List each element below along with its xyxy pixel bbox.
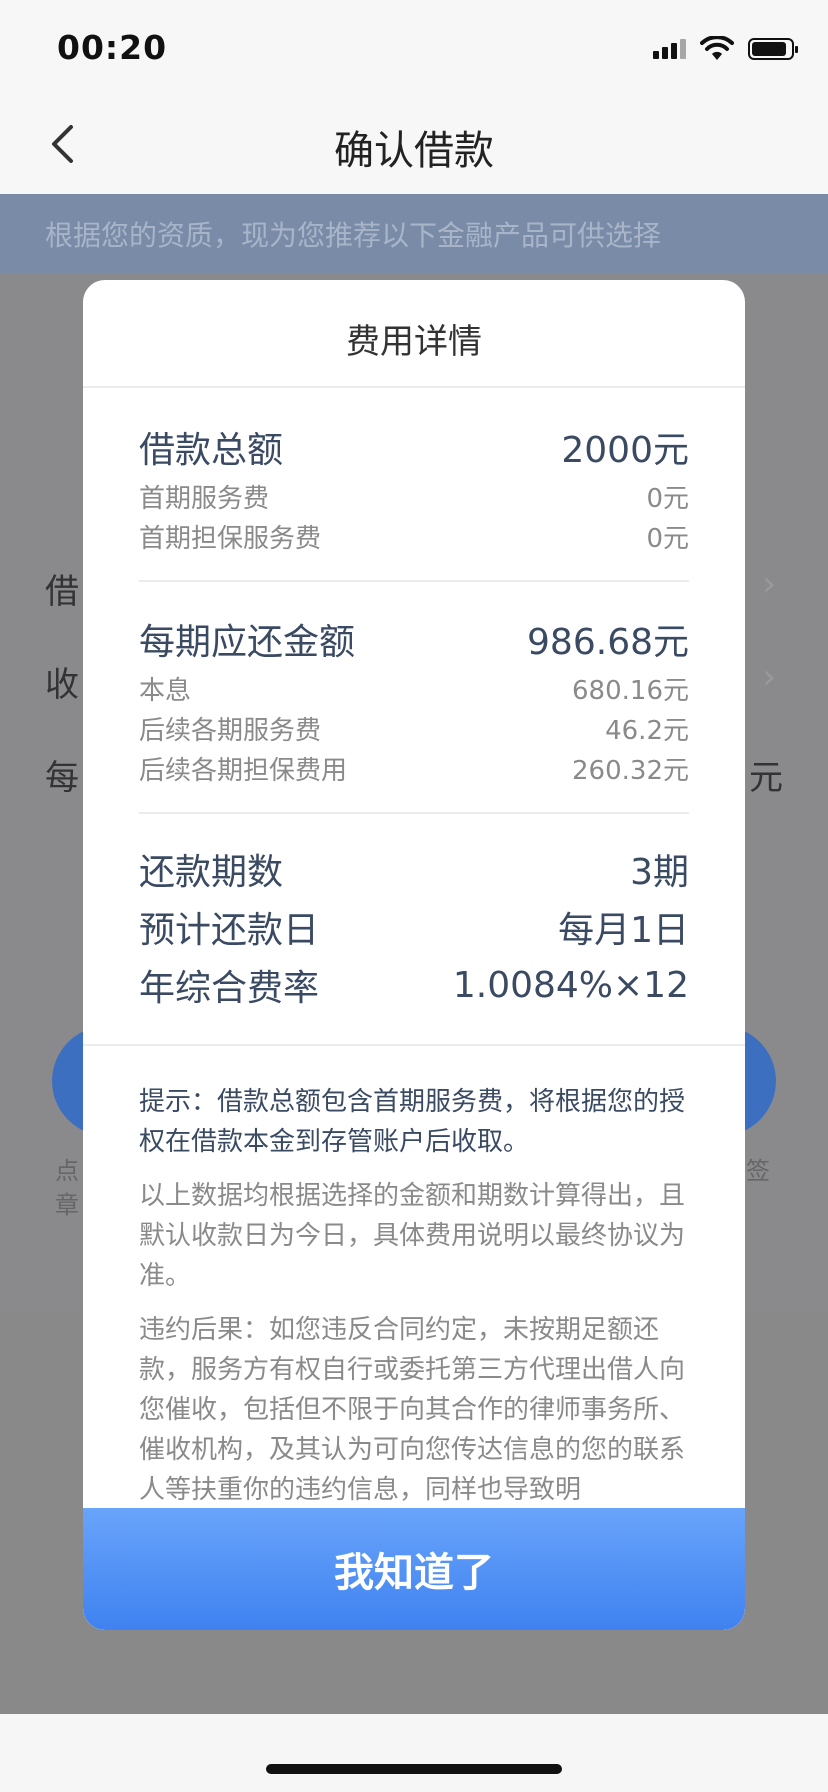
fee-value: 0元 bbox=[646, 483, 689, 514]
fee-value: 680.16元 bbox=[572, 675, 689, 706]
installment-section: 每期应还金额 986.68元 本息 680.16元 后续各期服务费 46.2元 … bbox=[139, 582, 689, 814]
fee-label: 首期担保服务费 bbox=[139, 523, 322, 554]
modal-body[interactable]: 借款总额 2000元 首期服务费 0元 首期担保服务费 0元 每期应还金额 98… bbox=[83, 388, 745, 1510]
got-it-button[interactable]: 我知道了 bbox=[83, 1508, 745, 1630]
fee-value: 1.0084%×12 bbox=[452, 964, 689, 1006]
bg-row-loan-label: 借 bbox=[45, 572, 79, 612]
fee-row: 首期服务费 0元 bbox=[139, 476, 689, 516]
fee-row: 借款总额 2000元 bbox=[139, 418, 689, 476]
fee-label: 每期应还金额 bbox=[139, 622, 356, 663]
modal-header: 费用详情 bbox=[83, 280, 745, 388]
fee-label: 借款总额 bbox=[139, 430, 284, 471]
fee-row: 本息 680.16元 bbox=[139, 668, 689, 708]
fee-value: 0元 bbox=[646, 523, 689, 554]
fee-label: 后续各期服务费 bbox=[139, 715, 322, 746]
loan-total-section: 借款总额 2000元 首期服务费 0元 首期担保服务费 0元 bbox=[139, 388, 689, 582]
fee-row: 预计还款日 每月1日 bbox=[139, 898, 689, 956]
cellular-signal-icon bbox=[653, 39, 686, 59]
notes-section: 提示：借款总额包含首期服务费，将根据您的授权在借款本金到存管账户后收取。 以上数… bbox=[83, 1046, 745, 1510]
banner-text: 根据您的资质，现为您推荐以下金融产品可供选择 bbox=[45, 219, 662, 252]
home-indicator[interactable] bbox=[266, 1764, 562, 1774]
status-bar: 00:20 bbox=[0, 0, 828, 96]
fee-label: 年综合费率 bbox=[139, 968, 320, 1009]
status-icons bbox=[653, 34, 798, 64]
bg-row-receive-label: 收 bbox=[45, 665, 79, 705]
modal-title: 费用详情 bbox=[346, 322, 482, 362]
battery-icon bbox=[748, 38, 798, 60]
bg-row-chevron-icon: › bbox=[762, 564, 776, 604]
fee-row: 后续各期担保费用 260.32元 bbox=[139, 748, 689, 788]
fee-value: 46.2元 bbox=[605, 715, 689, 746]
wifi-icon bbox=[700, 36, 734, 60]
status-time: 00:20 bbox=[57, 28, 168, 67]
fee-label: 后续各期担保费用 bbox=[139, 755, 348, 786]
fee-value: 986.68元 bbox=[527, 622, 689, 663]
bg-row-each-label: 每 bbox=[45, 758, 79, 798]
fee-row: 还款期数 3期 bbox=[139, 840, 689, 898]
fee-value: 3期 bbox=[630, 852, 689, 893]
fee-row: 年综合费率 1.0084%×12 bbox=[139, 956, 689, 1014]
fee-label: 本息 bbox=[139, 675, 192, 706]
bg-row-each-value: 元 bbox=[749, 758, 783, 798]
fee-row: 后续各期服务费 46.2元 bbox=[139, 708, 689, 748]
fee-value: 2000元 bbox=[561, 430, 689, 471]
bg-left-small-text: 点 章 bbox=[55, 1157, 79, 1219]
fee-details-modal: 费用详情 借款总额 2000元 首期服务费 0元 首期担保服务费 0元 每期应还… bbox=[83, 280, 745, 1630]
repayment-terms-section: 还款期数 3期 预计还款日 每月1日 年综合费率 1.0084%×12 bbox=[139, 814, 689, 1044]
fee-value: 260.32元 bbox=[572, 755, 689, 786]
bg-row-chevron-icon: › bbox=[762, 657, 776, 697]
bg-right-small-text: 签 bbox=[746, 1157, 770, 1185]
fee-value: 每月1日 bbox=[558, 910, 689, 951]
note-hint: 提示：借款总额包含首期服务费，将根据您的授权在借款本金到存管账户后收取。 bbox=[139, 1087, 686, 1157]
note-breach: 违约后果：如您违反合同约定，未按期足额还款，服务方有权自行或委托第三方代理出借人… bbox=[139, 1315, 686, 1505]
fee-label: 预计还款日 bbox=[139, 910, 320, 951]
fee-label: 首期服务费 bbox=[139, 483, 270, 514]
nav-bar: 确认借款 bbox=[0, 96, 828, 194]
page-title: 确认借款 bbox=[334, 128, 494, 174]
note-calculation: 以上数据均根据选择的金额和期数计算得出，且默认收款日为今日，具体费用说明以最终协… bbox=[139, 1181, 686, 1291]
fee-row: 首期担保服务费 0元 bbox=[139, 516, 689, 556]
recommendation-banner: 根据您的资质，现为您推荐以下金融产品可供选择 bbox=[0, 194, 828, 274]
fee-label: 还款期数 bbox=[139, 852, 284, 893]
home-area bbox=[0, 1714, 828, 1792]
fee-row: 每期应还金额 986.68元 bbox=[139, 610, 689, 668]
